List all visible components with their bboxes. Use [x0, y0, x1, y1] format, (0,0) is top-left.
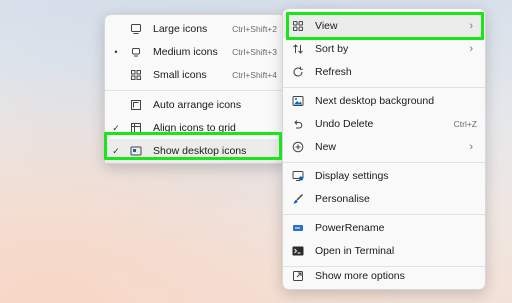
- menu-divider: [283, 214, 485, 215]
- refresh-icon: [291, 65, 305, 79]
- menu-item-label: Sort by: [315, 43, 349, 55]
- menu-item-shortcut: Ctrl+Shift+3: [232, 47, 277, 57]
- view-submenu: Large icons Ctrl+Shift+2 • Medium icons …: [104, 14, 286, 164]
- menu-item-small-icons[interactable]: Small icons Ctrl+Shift+4: [105, 63, 285, 87]
- menu-item-personalise[interactable]: Personalise: [283, 187, 485, 211]
- menu-item-label: Undo Delete: [315, 118, 374, 130]
- sort-icon: [291, 42, 305, 56]
- grid-view-icon: [291, 19, 305, 33]
- monitor-icon: [129, 22, 143, 36]
- desktop-context-menu: View › Sort by › Refresh Next desktop ba…: [282, 8, 486, 290]
- menu-divider: [105, 90, 285, 91]
- menu-item-label: Small icons: [153, 69, 207, 81]
- menu-item-next-desktop-background[interactable]: Next desktop background: [283, 89, 485, 113]
- menu-item-powerrename[interactable]: PowerRename: [283, 216, 485, 240]
- menu-item-auto-arrange-icons[interactable]: Auto arrange icons: [105, 93, 285, 117]
- menu-item-label: Align icons to grid: [153, 122, 236, 134]
- menu-item-show-more-options[interactable]: Show more options: [283, 263, 485, 289]
- chevron-right-icon: ›: [469, 20, 473, 32]
- undo-icon: [291, 117, 305, 131]
- menu-item-undo-delete[interactable]: Undo Delete Ctrl+Z: [283, 112, 485, 136]
- menu-item-label: Large icons: [153, 23, 208, 35]
- menu-item-shortcut: Ctrl+Z: [453, 119, 477, 129]
- monitor-small-icon: [129, 45, 143, 59]
- menu-item-label: Personalise: [315, 193, 370, 205]
- menu-item-check: ✓: [112, 145, 120, 156]
- menu-item-label: Show more options: [315, 270, 405, 282]
- display-settings-icon: [291, 169, 305, 183]
- terminal-icon: [291, 244, 305, 258]
- menu-divider: [283, 162, 485, 163]
- chevron-right-icon: ›: [469, 141, 473, 153]
- menu-item-refresh[interactable]: Refresh: [283, 60, 485, 84]
- menu-item-view[interactable]: View ›: [283, 14, 485, 38]
- menu-item-bullet: •: [114, 47, 118, 57]
- menu-item-label: Refresh: [315, 66, 352, 78]
- chevron-right-icon: ›: [469, 43, 473, 55]
- powerrename-icon: [291, 221, 305, 235]
- arrange-icon: [129, 98, 143, 112]
- menu-item-label: PowerRename: [315, 222, 385, 234]
- menu-item-sort-by[interactable]: Sort by ›: [283, 37, 485, 61]
- brush-icon: [291, 192, 305, 206]
- menu-item-check: ✓: [112, 122, 120, 133]
- menu-item-large-icons[interactable]: Large icons Ctrl+Shift+2: [105, 17, 285, 41]
- plus-circle-icon: [291, 140, 305, 154]
- menu-item-label: Open in Terminal: [315, 245, 395, 257]
- menu-item-show-desktop-icons[interactable]: ✓ Show desktop icons: [105, 139, 285, 163]
- menu-item-label: Next desktop background: [315, 95, 435, 107]
- menu-item-label: Show desktop icons: [153, 145, 247, 157]
- menu-item-label: Medium icons: [153, 46, 218, 58]
- menu-item-display-settings[interactable]: Display settings: [283, 164, 485, 188]
- menu-divider: [283, 87, 485, 88]
- menu-item-shortcut: Ctrl+Shift+2: [232, 24, 277, 34]
- grid-icon: [129, 68, 143, 82]
- more-options-icon: [291, 269, 305, 283]
- menu-item-medium-icons[interactable]: • Medium icons Ctrl+Shift+3: [105, 40, 285, 64]
- menu-item-new[interactable]: New ›: [283, 135, 485, 159]
- menu-item-label: Auto arrange icons: [153, 99, 242, 111]
- menu-item-open-in-terminal[interactable]: Open in Terminal: [283, 239, 485, 263]
- menu-item-shortcut: Ctrl+Shift+4: [232, 70, 277, 80]
- menu-item-label: Display settings: [315, 170, 389, 182]
- menu-item-label: View: [315, 20, 338, 32]
- next-background-icon: [291, 94, 305, 108]
- menu-item-align-icons-to-grid[interactable]: ✓ Align icons to grid: [105, 116, 285, 140]
- menu-item-label: New: [315, 141, 337, 153]
- align-grid-icon: [129, 121, 143, 135]
- desktop-icon: [129, 144, 143, 158]
